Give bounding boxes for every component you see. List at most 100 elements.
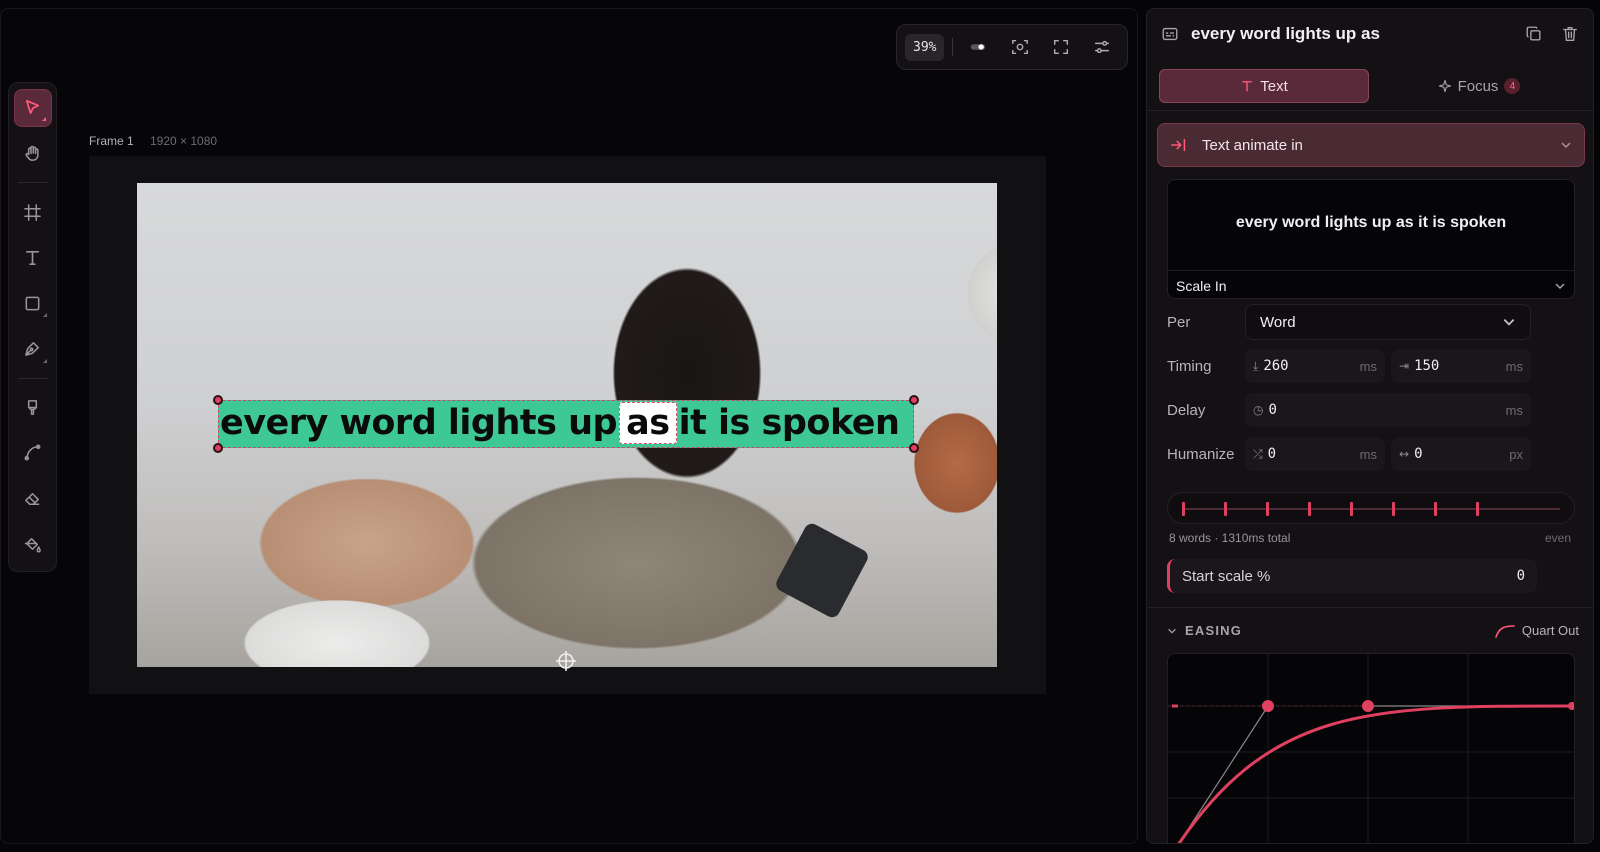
bezier-control-point-2[interactable]	[1362, 700, 1374, 712]
chevron-down-icon	[1503, 319, 1515, 326]
humanize-time-field[interactable]: ⤮ 0 ms	[1245, 437, 1385, 471]
tab-focus-label: Focus	[1457, 77, 1499, 95]
frame-hash-icon	[24, 203, 41, 221]
view-controls: 39%	[896, 24, 1128, 70]
frame-dimensions: 1920 × 1080	[150, 134, 218, 148]
per-label: Per	[1167, 313, 1191, 331]
eraser-tool[interactable]	[14, 480, 52, 518]
stagger-unit: ms	[1505, 358, 1523, 374]
path-tool[interactable]	[14, 434, 52, 472]
easing-curve	[1177, 704, 1573, 843]
easing-type-selector[interactable]: Quart Out	[1494, 623, 1579, 638]
delay-row: Delay ◷ 0 ms	[1167, 393, 1587, 427]
humanize-time-unit: ms	[1359, 446, 1377, 462]
bezier-control-point-1[interactable]	[1262, 700, 1274, 712]
start-scale-field[interactable]: Start scale % 0	[1167, 559, 1537, 593]
rectangle-icon	[25, 296, 40, 311]
text-t-icon	[25, 251, 40, 266]
brush-tool[interactable]	[14, 389, 52, 427]
animation-title: Text animate in	[1202, 136, 1303, 154]
resize-handle-top-left[interactable]	[213, 395, 223, 405]
hand-icon	[25, 145, 39, 161]
arrows-horizontal-icon: ↔	[1399, 447, 1410, 461]
humanize-offset-value: 0	[1414, 446, 1423, 462]
focus-target-icon[interactable]	[1003, 32, 1036, 62]
zoom-level[interactable]: 39%	[905, 33, 945, 61]
tab-focus[interactable]: Focus 4	[1375, 69, 1583, 103]
word-tick[interactable]	[1308, 502, 1311, 516]
fill-tool[interactable]	[14, 525, 52, 563]
panel-tabs: Text Focus 4	[1159, 69, 1583, 103]
timing-row: Timing ⤓ 260 ms ⇥ 150 ms	[1167, 349, 1587, 383]
chevron-down-icon	[1555, 282, 1565, 289]
frame-tool[interactable]	[14, 193, 52, 231]
fullscreen-icon[interactable]	[1044, 32, 1077, 62]
delay-field[interactable]: ◷ 0 ms	[1245, 393, 1531, 427]
tab-text-label: Text	[1260, 77, 1288, 95]
per-row: Per Word	[1167, 304, 1587, 340]
easing-section-toggle[interactable]: EASING	[1167, 623, 1242, 638]
word-tick[interactable]	[1266, 502, 1269, 516]
rectangle-tool[interactable]	[14, 284, 52, 322]
caption-after: it is spoken	[678, 403, 900, 443]
tool-divider	[17, 182, 48, 184]
hand-tool[interactable]	[14, 135, 52, 173]
bezier-handle-line-1	[1178, 705, 1269, 843]
per-select[interactable]: Word	[1245, 304, 1531, 340]
properties-panel: every word lights up as Text Focus 4 Tex…	[1146, 8, 1594, 844]
track-distribution[interactable]: even	[1545, 531, 1571, 545]
focus-count-badge: 4	[1504, 78, 1521, 94]
delay-value: 0	[1268, 402, 1277, 418]
duplicate-icon[interactable]	[1525, 25, 1543, 43]
tool-divider	[17, 377, 48, 379]
word-tick[interactable]	[1350, 502, 1353, 516]
animate-in-icon	[1171, 138, 1186, 152]
anchor-crosshair-icon[interactable]	[555, 650, 577, 672]
word-tick[interactable]	[1434, 502, 1437, 516]
track-summary: 8 words · 1310ms total	[1169, 531, 1291, 545]
select-tool[interactable]	[13, 89, 52, 127]
eraser-icon	[25, 493, 40, 506]
toggle-icon[interactable]	[961, 32, 994, 62]
timeline-line	[1182, 508, 1560, 510]
tab-text[interactable]: Text	[1159, 69, 1369, 103]
word-tick[interactable]	[1476, 502, 1479, 516]
panel-header: every word lights up as	[1147, 9, 1593, 59]
stagger-timeline[interactable]	[1167, 492, 1575, 524]
paint-bucket-icon	[24, 537, 41, 553]
resize-handle-bottom-right[interactable]	[909, 443, 919, 453]
curve-end-point[interactable]	[1568, 702, 1575, 710]
easing-curve-graph	[1168, 654, 1575, 843]
humanize-label: Humanize	[1167, 445, 1235, 463]
resize-handle-bottom-left[interactable]	[213, 443, 223, 453]
easing-curve-editor[interactable]	[1167, 653, 1575, 843]
timing-label: Timing	[1167, 357, 1212, 375]
arrow-right-to-line-icon: ⇥	[1399, 359, 1410, 373]
layer-title: every word lights up as	[1191, 24, 1380, 43]
text-tool[interactable]	[14, 239, 52, 277]
resize-handle-top-right[interactable]	[909, 395, 919, 405]
humanize-row: Humanize ⤮ 0 ms ↔ 0 px	[1167, 437, 1587, 471]
bezier-curve-icon	[24, 444, 41, 461]
preset-dropdown[interactable]: Scale In	[1168, 270, 1574, 300]
humanize-offset-field[interactable]: ↔ 0 px	[1391, 437, 1531, 471]
clock-icon: ◷	[1253, 403, 1264, 417]
stagger-field[interactable]: ⇥ 150 ms	[1391, 349, 1531, 383]
trash-icon[interactable]	[1561, 25, 1579, 43]
shuffle-icon: ⤮	[1253, 446, 1263, 461]
easing-label: EASING	[1185, 623, 1243, 638]
animation-section-header[interactable]: Text animate in	[1157, 123, 1585, 167]
cursor-arrow-icon	[25, 100, 40, 115]
start-scale-value: 0	[1516, 568, 1525, 584]
word-tick[interactable]	[1224, 502, 1227, 516]
brush-icon	[27, 399, 38, 415]
duration-value: 260	[1263, 358, 1289, 374]
caption-text[interactable]: every word lights up as it is spoken	[220, 398, 900, 448]
frame-label[interactable]: Frame 1	[89, 134, 134, 148]
preview-text: every word lights up as it is spoken	[1235, 214, 1507, 231]
pen-tool[interactable]	[14, 330, 52, 368]
duration-field[interactable]: ⤓ 260 ms	[1245, 349, 1385, 383]
word-tick[interactable]	[1392, 502, 1395, 516]
word-tick[interactable]	[1182, 502, 1185, 516]
settings-sliders-icon[interactable]	[1086, 32, 1119, 62]
